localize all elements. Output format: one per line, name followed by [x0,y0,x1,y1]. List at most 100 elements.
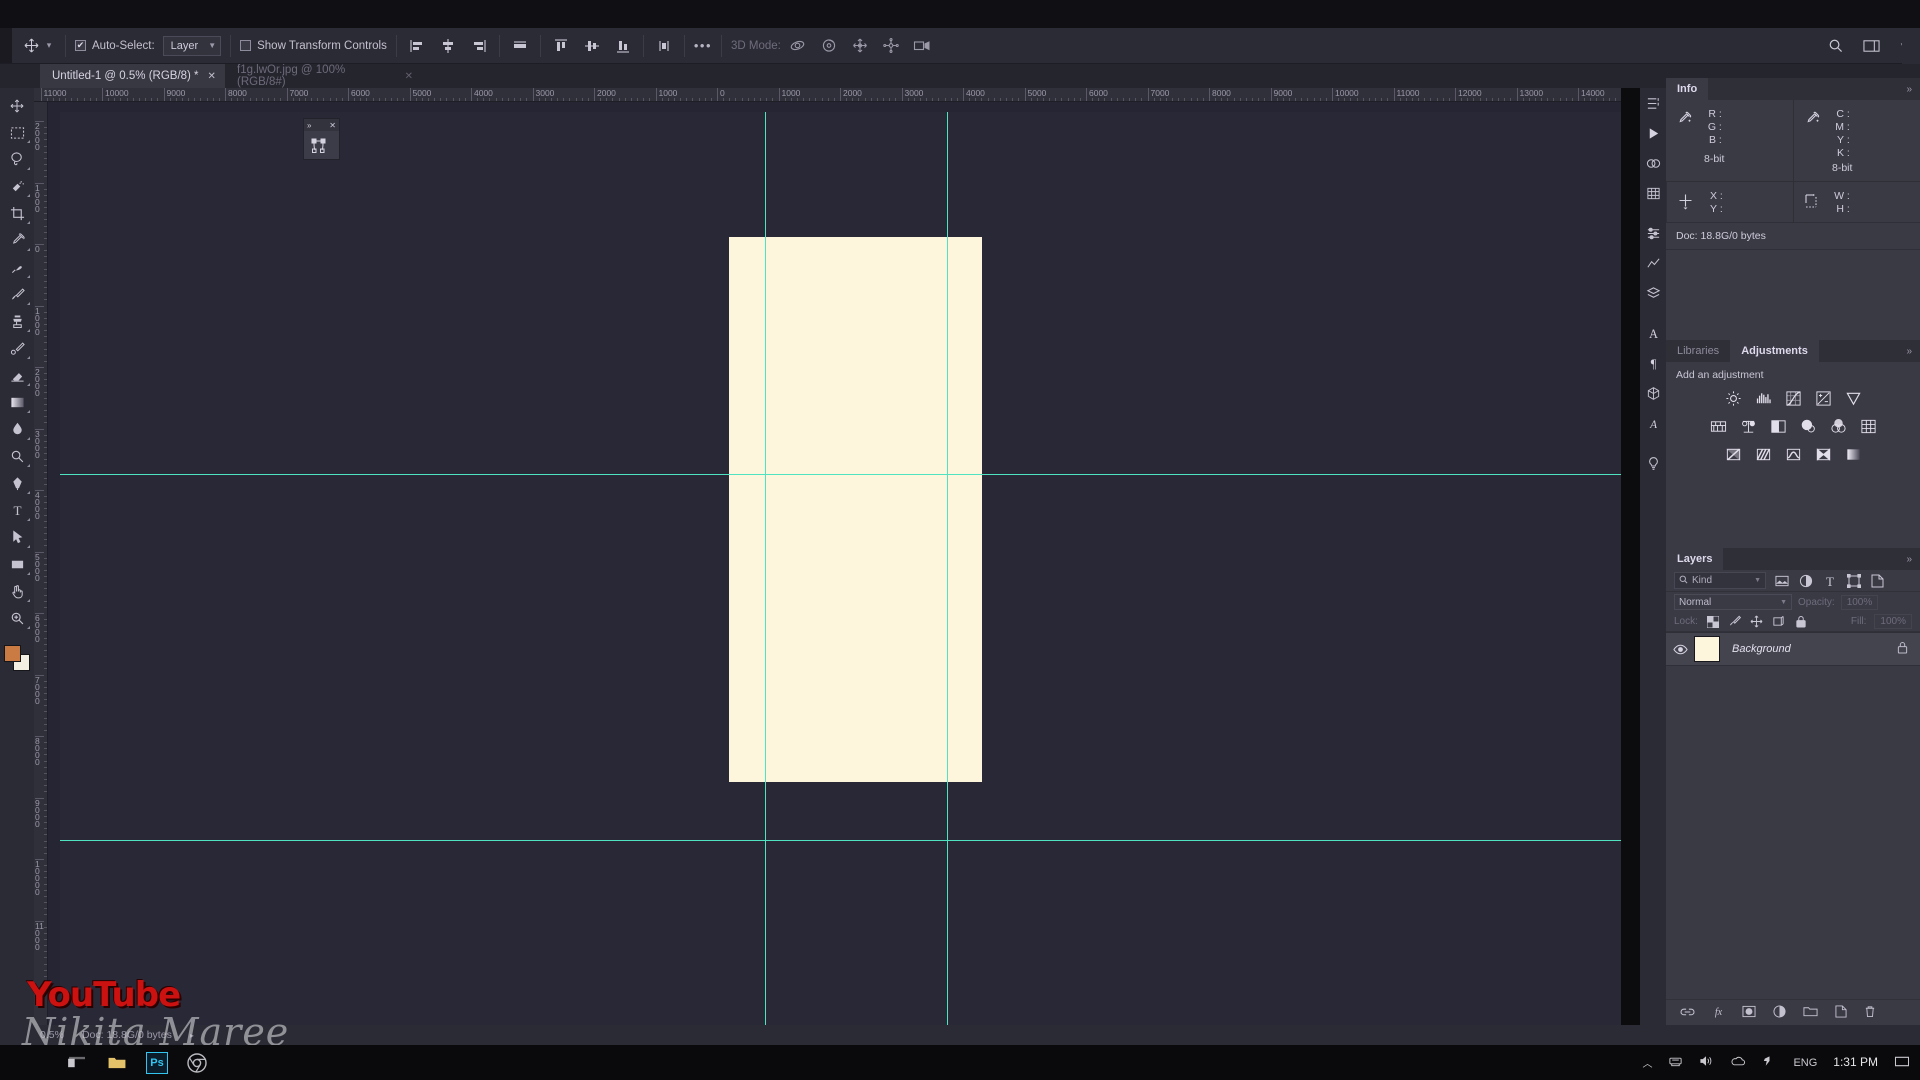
collapse-icon[interactable]: » [1898,340,1920,362]
new-fill-adjustment-icon[interactable] [1773,1004,1786,1021]
table-row[interactable]: Background [1666,632,1920,666]
search-icon[interactable] [1824,35,1846,57]
notifications-icon[interactable] [1894,1055,1910,1071]
lock-position-icon[interactable] [1750,615,1764,629]
properties-panel-icon[interactable] [1640,218,1666,248]
distribute-vertical-centers-icon[interactable] [581,35,603,57]
distribute-bottom-edges-icon[interactable] [612,35,634,57]
path-selection-icon[interactable] [2,524,32,551]
spot-healing-brush-icon[interactable] [2,254,32,281]
lock-transparent-pixels-icon[interactable] [1706,615,1720,629]
color-balance-icon[interactable] [1739,417,1758,436]
eye-icon[interactable] [1666,644,1694,655]
collapse-icon[interactable]: » [307,121,311,130]
grid-panel-icon[interactable] [1640,178,1666,208]
posterize-icon[interactable] [1754,445,1773,464]
auto-select-checkbox[interactable] [75,40,86,51]
zoom-tool-icon[interactable] [2,605,32,632]
roll-3d-icon[interactable] [818,35,840,57]
curves-icon[interactable] [1784,389,1803,408]
photoshop-icon[interactable]: Ps [138,1046,176,1080]
threshold-icon[interactable] [1784,445,1803,464]
close-icon[interactable]: ✕ [329,121,336,130]
rectangular-marquee-icon[interactable] [2,119,32,146]
more-options-button[interactable]: ••• [694,38,712,53]
clone-stamp-icon[interactable] [2,308,32,335]
align-left-edges-icon[interactable] [406,35,428,57]
orbit-3d-icon[interactable] [787,35,809,57]
tool-preset-chevron-icon[interactable]: ▾ [42,35,56,57]
language-indicator[interactable]: ENG [1793,1057,1817,1069]
auto-select-scope-dropdown[interactable]: Layer ▼ [162,35,222,56]
layer-style-icon[interactable]: fx [1712,1005,1725,1021]
lasso-tool-icon[interactable] [2,146,32,173]
filter-pixel-icon[interactable] [1773,572,1790,589]
lock-all-icon[interactable] [1794,615,1808,629]
layer-thumbnail[interactable] [1694,636,1720,662]
channel-mixer-icon[interactable] [1829,417,1848,436]
move-tool-icon[interactable] [2,92,32,119]
clock[interactable]: 1:31 PM [1833,1056,1878,1069]
horizontal-guide-1[interactable] [60,474,1621,475]
distribute-horizontal-centers-icon[interactable] [653,35,675,57]
new-group-icon[interactable] [1803,1005,1818,1020]
invert-icon[interactable] [1724,445,1743,464]
gradient-tool-icon[interactable] [2,389,32,416]
show-transform-checkbox[interactable] [240,40,252,51]
auto-select-group[interactable]: Auto-Select: Layer ▼ [75,35,222,56]
notes-panel-icon[interactable] [1640,448,1666,478]
filter-smart-object-icon[interactable] [1869,572,1886,589]
layer-kind-filter[interactable]: Kind ▼ [1674,572,1766,589]
collapse-icon[interactable]: » [1898,78,1920,100]
show-transform-group[interactable]: Show Transform Controls [240,40,387,52]
hue-saturation-icon[interactable] [1709,417,1728,436]
slide-3d-icon[interactable] [880,35,902,57]
exposure-icon[interactable] [1814,389,1833,408]
filter-adjustment-icon[interactable] [1797,572,1814,589]
color-wheel-icon[interactable] [1640,148,1666,178]
horizontal-guide-2[interactable] [60,840,1621,841]
fill-value[interactable]: 100% [1874,614,1912,629]
color-swatches[interactable] [2,643,32,673]
horizontal-ruler[interactable]: 11000 10000 9000 8000 7000 6000 5000 4000 3000 20… [34,88,1621,102]
path-node-icon[interactable] [304,131,339,159]
history-panel-icon[interactable] [1640,88,1666,118]
levels-icon[interactable] [1754,389,1773,408]
lock-image-pixels-icon[interactable] [1728,615,1742,629]
close-icon[interactable]: ✕ [208,71,216,82]
tab-libraries[interactable]: Libraries [1666,340,1730,362]
layer-name[interactable]: Background [1720,643,1791,655]
move-tool-icon[interactable] [20,35,42,57]
play-actions-icon[interactable] [1640,118,1666,148]
floating-mini-panel[interactable]: » ✕ [303,118,340,160]
black-and-white-icon[interactable] [1769,417,1788,436]
selective-color-icon[interactable] [1814,445,1833,464]
layer-mask-icon[interactable] [1742,1005,1756,1021]
paragraph-panel-icon[interactable]: ¶ [1640,348,1666,378]
hand-tool-icon[interactable] [2,578,32,605]
document-tab-untitled-1[interactable]: Untitled-1 @ 0.5% (RGB/8) * ✕ [40,64,225,88]
quick-selection-icon[interactable] [2,173,32,200]
show-hidden-icons-icon[interactable]: ︿ [1642,1055,1652,1070]
filter-type-icon[interactable]: T [1821,572,1838,589]
vertical-guide-1[interactable] [765,112,766,1025]
align-horizontal-centers-icon[interactable] [437,35,459,57]
vertical-ruler[interactable]: 2000 1000 0 1000 2000 3000 4000 5000 6000 7000 800… [34,102,48,1025]
dodge-tool-icon[interactable] [2,443,32,470]
opacity-value[interactable]: 100% [1840,594,1879,610]
pan-3d-icon[interactable] [849,35,871,57]
brush-tool-icon[interactable] [2,281,32,308]
link-layers-icon[interactable] [1680,1005,1695,1021]
scale-3d-icon[interactable] [911,35,933,57]
document-canvas[interactable] [729,237,982,782]
tab-info[interactable]: Info [1666,78,1709,100]
tab-adjustments[interactable]: Adjustments [1730,340,1819,362]
filter-shape-icon[interactable] [1845,572,1862,589]
document-tab-f1g-lwor[interactable]: f1g.lwOr.jpg @ 100% (RGB/8#) ✕ [225,64,421,88]
align-right-edges-icon[interactable] [468,35,490,57]
vertical-guide-2[interactable] [947,112,948,1025]
eyedropper-tool-icon[interactable] [2,227,32,254]
vibrance-icon[interactable] [1844,389,1863,408]
crop-tool-icon[interactable] [2,200,32,227]
blend-mode-dropdown[interactable]: Normal ▼ [1674,594,1792,610]
